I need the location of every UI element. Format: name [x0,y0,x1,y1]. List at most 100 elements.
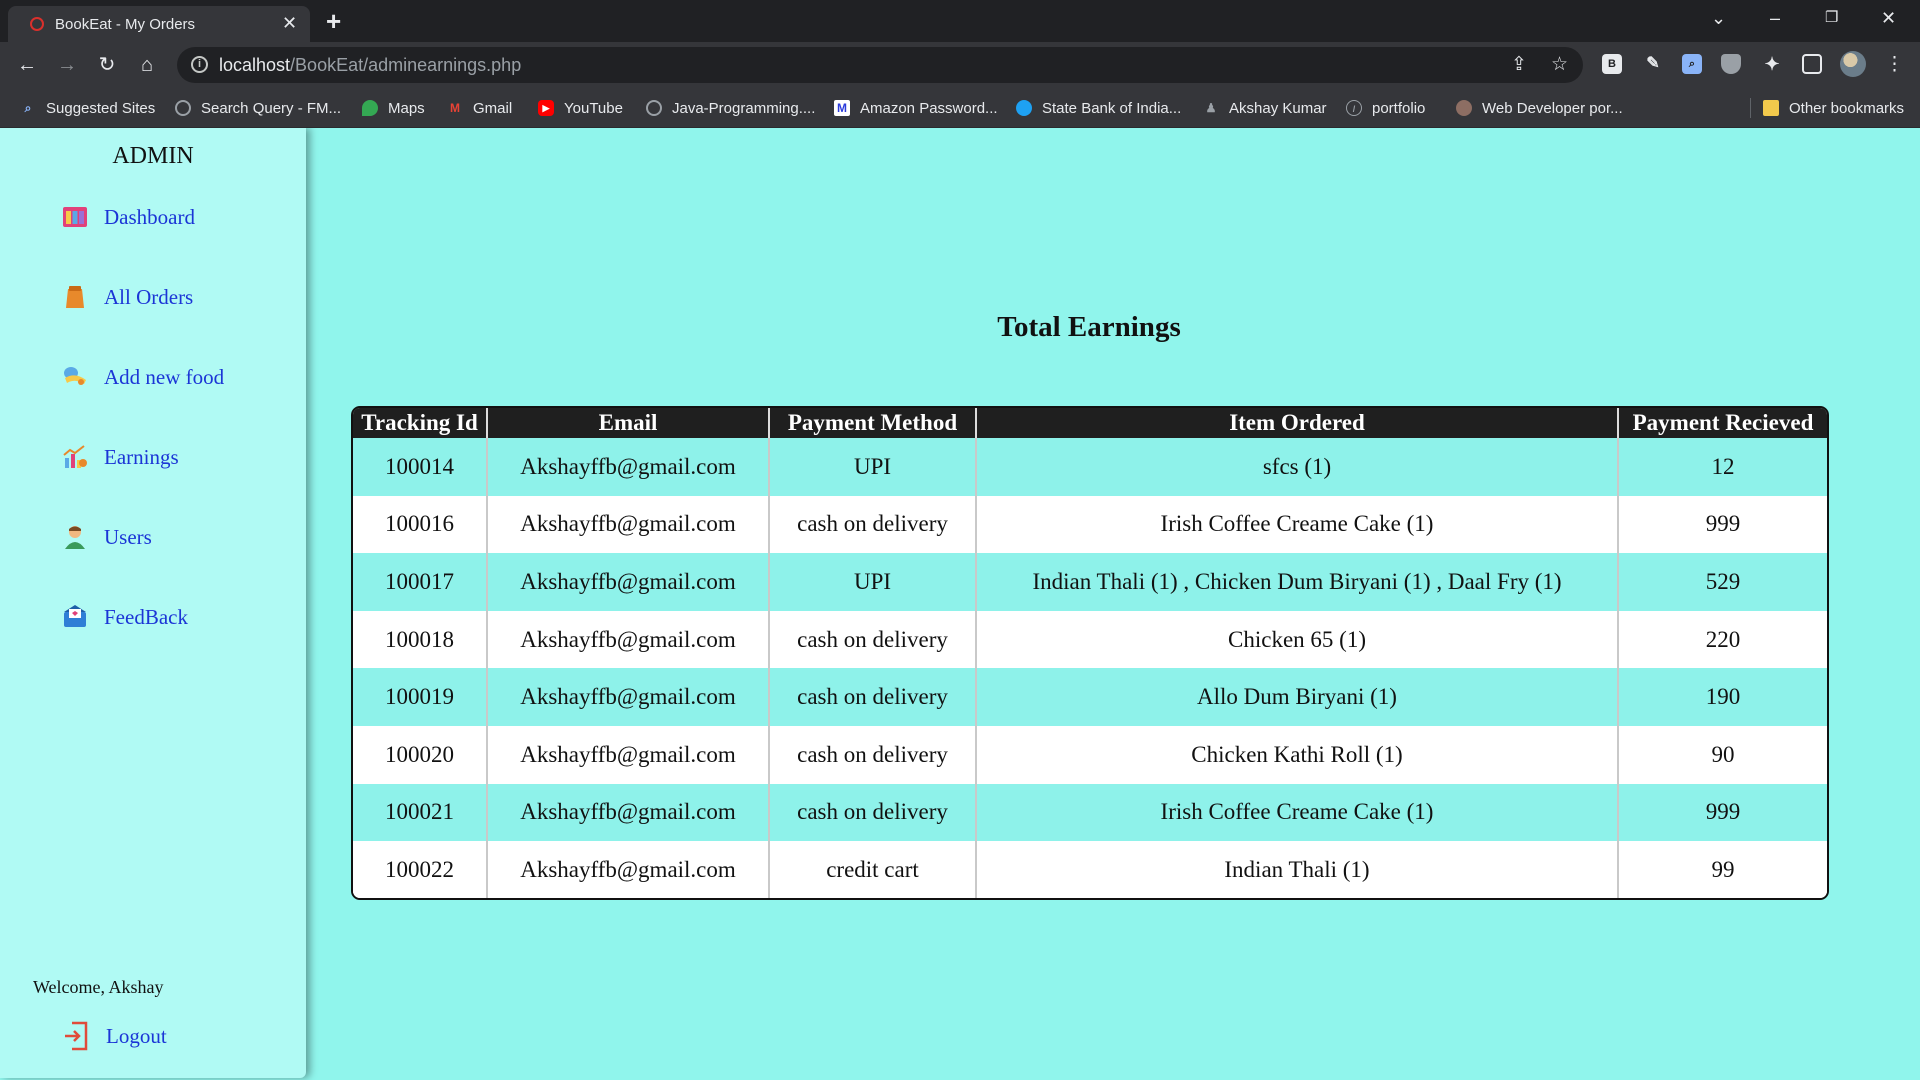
menu-kebab-icon[interactable]: ⋮ [1885,54,1904,76]
sidebar-item-label: Add new food [104,364,225,389]
tab-search-chevron-icon[interactable]: ⌄ [1711,6,1726,30]
bookmark-item[interactable]: M Amazon Password... [834,97,998,119]
table-cell: Akshayffb@gmail.com [486,553,770,611]
table-cell: 100019 [353,668,488,726]
table-cell: Irish Coffee Creame Cake (1) [975,783,1619,842]
table-cell: 220 [1617,610,1827,669]
dashboard-icon [62,204,88,230]
close-window-icon[interactable]: ✕ [1881,6,1896,30]
sidebar-item-all-orders[interactable]: All Orders [62,282,193,312]
table-row: 100016 Akshayffb@gmail.com cash on deliver… [353,495,1827,554]
new-tab-button[interactable]: + [326,6,341,36]
sidebar-title: ADMIN [112,143,194,169]
bookmark-label: State Bank of India... [1042,99,1182,117]
table-cell: UPI [768,553,977,611]
table-cell: Akshayffb@gmail.com [486,668,770,726]
profile-avatar[interactable] [1840,51,1866,77]
table-row: 100017 Akshayffb@gmail.com UPI Indian Thali… [353,553,1827,611]
earnings-table-container: Tracking Id Email Payment Method Item Or… [351,406,1829,900]
column-header: Payment Method [768,408,977,438]
table-cell: cash on delivery [768,668,977,726]
table-cell: Allo Dum Biryani (1) [975,668,1619,726]
table-cell: Indian Thali (1) [975,841,1619,898]
sbi-logo-icon [1016,100,1032,116]
extension-shield-icon[interactable] [1721,54,1741,74]
bookmark-label: Amazon Password... [860,99,998,117]
table-cell: 100017 [353,553,488,611]
home-icon[interactable]: ⌂ [132,50,162,80]
address-bar[interactable]: i localhost/BookEat/adminearnings.php ⇪ … [177,47,1583,83]
table-cell: Akshayffb@gmail.com [486,841,770,898]
other-bookmarks-label: Other bookmarks [1789,99,1905,117]
table-cell: Akshayffb@gmail.com [486,495,770,554]
table-cell: 90 [1617,725,1827,784]
extension-search-icon[interactable]: ⌕ [1682,54,1702,74]
address-url[interactable]: localhost/BookEat/adminearnings.php [219,55,521,76]
sidebar-item-dashboard[interactable]: Dashboard [62,202,195,232]
column-header: Email [486,408,770,438]
logout-label: Logout [106,1023,167,1048]
logout-button[interactable]: Logout [62,1020,167,1052]
bookmark-item[interactable]: M Gmail [447,97,512,119]
tab-favicon-icon [30,17,44,31]
back-icon[interactable]: ← [12,50,42,80]
table-cell: cash on delivery [768,495,977,554]
food-icon [62,364,88,390]
page-content: ADMIN Dashboard All Orders Add new food … [0,128,1920,1080]
minimize-icon[interactable]: – [1770,6,1780,30]
bookmark-label: Suggested Sites [46,99,156,117]
extension-b-icon[interactable]: B [1602,54,1622,74]
bookmark-label: Search Query - FM... [201,99,342,117]
forward-icon[interactable]: → [52,50,82,80]
table-cell: 12 [1617,438,1827,496]
restore-icon[interactable]: ❐ [1825,6,1838,30]
extension-pen-icon[interactable]: ✎ [1643,54,1663,74]
bookmark-label: YouTube [564,99,623,117]
sidebar-item-label: Earnings [104,444,179,469]
site-info-icon[interactable]: i [191,56,208,73]
gmail-icon: M [450,101,460,115]
bookmarks-divider [1750,98,1751,118]
bookmark-item[interactable]: Web Developer por... [1456,97,1623,119]
feedback-icon [62,604,88,630]
table-row: 100021 Akshayffb@gmail.com cash on deliver… [353,783,1827,842]
table-cell: cash on delivery [768,783,977,842]
bookmark-item[interactable]: State Bank of India... [1016,97,1181,119]
bookmark-item[interactable]: ▶ YouTube [538,97,623,119]
table-cell: Akshayffb@gmail.com [486,783,770,842]
table-row: 100022 Akshayffb@gmail.com credit cart Indi… [353,841,1827,898]
bookmark-item[interactable]: ♟ Akshay Kumar [1203,97,1327,119]
table-cell: 99 [1617,841,1827,898]
bookmark-item[interactable]: Search Query - FM... [175,97,341,119]
bookmark-item[interactable]: / portfolio [1346,97,1425,119]
m-logo-icon: M [834,100,850,116]
tab-close-icon[interactable]: ✕ [282,12,297,34]
sidebar-item-feedback[interactable]: FeedBack [62,602,188,632]
other-bookmarks[interactable]: Other bookmarks [1763,97,1904,119]
side-panel-icon[interactable] [1802,54,1822,74]
extensions-puzzle-icon[interactable]: ✦ [1762,54,1782,74]
table-row: 100014 Akshayffb@gmail.com UPI sfcs (1) 12 [353,438,1827,496]
maps-pin-icon [362,100,378,116]
table-cell: 999 [1617,783,1827,842]
column-header: Item Ordered [975,408,1619,438]
table-cell: Akshayffb@gmail.com [486,725,770,784]
bookmark-item[interactable]: Maps [362,97,425,119]
bookmarks-bar: ⌕ Suggested Sites Search Query - FM... Ma… [0,88,1920,128]
reload-icon[interactable]: ↻ [92,50,122,80]
bookmark-item[interactable]: Java-Programming.... [646,97,815,119]
table-cell: 100021 [353,783,488,842]
table-cell: Chicken 65 (1) [975,610,1619,669]
table-body: 100014 Akshayffb@gmail.com UPI sfcs (1) 12 10… [353,438,1827,898]
browser-tabstrip: BookEat - My Orders ✕ + ⌄ – ❐ ✕ [0,0,1920,42]
share-icon[interactable]: ⇪ [1511,54,1527,76]
sidebar-item-users[interactable]: Users [62,522,152,552]
folder-icon [1763,100,1779,116]
sidebar-item-earnings[interactable]: Earnings [62,442,179,472]
users-icon [62,524,88,550]
sidebar-item-add-new-food[interactable]: Add new food [62,362,224,392]
bookmark-item[interactable]: ⌕ Suggested Sites [20,97,156,119]
browser-tab[interactable]: BookEat - My Orders ✕ [8,6,310,42]
bookmark-star-icon[interactable]: ☆ [1551,54,1568,76]
table-header-row: Tracking Id Email Payment Method Item Or… [353,408,1827,438]
